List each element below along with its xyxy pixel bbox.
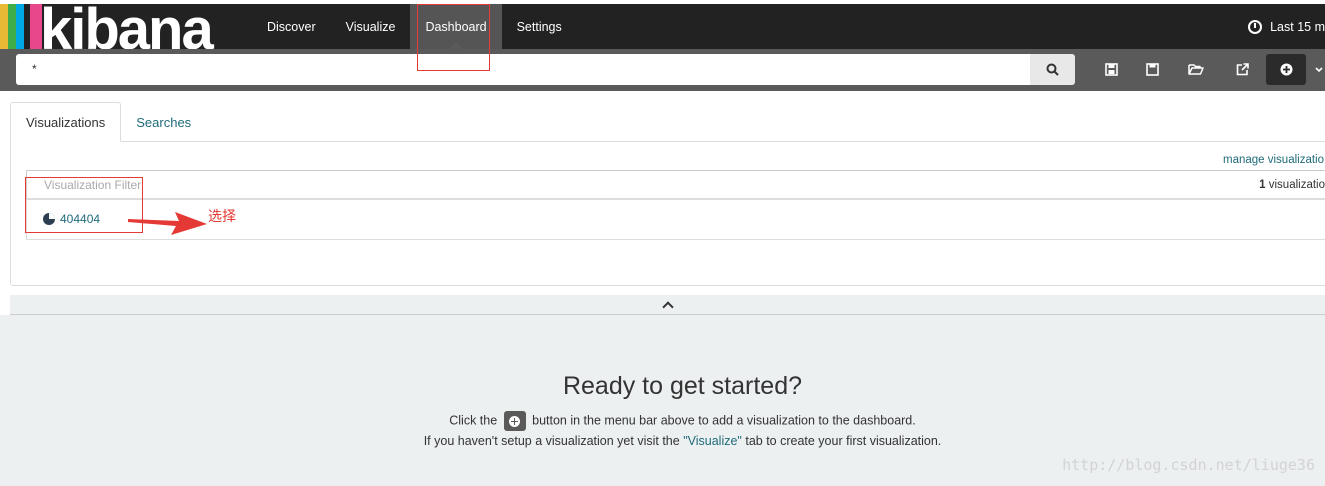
dashboard-highlight-box	[417, 4, 490, 71]
nav-settings[interactable]: Settings	[502, 4, 577, 49]
chevron-down-icon	[1314, 66, 1323, 72]
share-dashboard-button[interactable]	[1222, 54, 1262, 85]
hint-before: If you haven't setup a visualization yet…	[423, 434, 684, 448]
add-visualization-panel: manage visualizatio Visualization Filter…	[10, 102, 1325, 286]
search-icon	[1046, 63, 1059, 76]
chevron-up-icon	[661, 300, 674, 313]
save-icon	[1145, 63, 1159, 76]
kibana-logo[interactable]: kibana	[0, 4, 236, 49]
logo-stripes	[0, 4, 24, 49]
inline-add-icon	[503, 411, 526, 431]
instruction-before: Click the	[449, 413, 501, 428]
count-label: visualizatio	[1265, 179, 1325, 191]
dashboard-canvas: Ready to get started? Click the button i…	[0, 315, 1325, 486]
watermark-text: http://blog.csdn.net/liuge36	[1062, 456, 1315, 474]
empty-dashboard-hint: If you haven't setup a visualization yet…	[0, 434, 1325, 448]
visualization-filter-row: Visualization Filter 1 visualizatio	[26, 170, 1325, 200]
panel-collapse-toggle[interactable]	[10, 295, 1325, 315]
arrow-annotation	[128, 212, 207, 235]
main-nav: Discover Visualize Dashboard Settings	[252, 4, 577, 49]
open-icon	[1188, 64, 1204, 75]
instruction-after: button in the menu bar above to add a vi…	[528, 413, 916, 428]
new-dashboard-icon	[1104, 63, 1118, 76]
tab-visualizations[interactable]: Visualizations	[10, 102, 122, 142]
logo-text: kibana	[40, 4, 214, 49]
visualize-tab-link[interactable]: "Visualize"	[683, 434, 742, 448]
empty-dashboard-instruction: Click the button in the menu bar above t…	[0, 411, 1325, 431]
clock-icon	[1248, 19, 1263, 34]
time-picker-label: Last 15 m	[1270, 19, 1325, 34]
open-dashboard-button[interactable]	[1176, 54, 1216, 85]
hint-after: tab to create your first visualization.	[741, 434, 942, 448]
visualization-count: 1 visualizatio	[1259, 179, 1325, 191]
search-bar: *	[0, 49, 1325, 91]
manage-visualizations-link[interactable]: manage visualizatio	[1223, 154, 1324, 166]
panel-tabs: Visualizations Searches	[10, 102, 206, 142]
annotation-note: 选择	[208, 209, 236, 225]
empty-dashboard-title: Ready to get started?	[562, 372, 803, 400]
nav-discover[interactable]: Discover	[252, 4, 331, 49]
save-dashboard-button[interactable]	[1132, 54, 1172, 85]
tab-searches[interactable]: Searches	[121, 102, 206, 142]
nav-visualize[interactable]: Visualize	[331, 4, 411, 49]
new-dashboard-button[interactable]	[1091, 54, 1131, 85]
share-icon	[1236, 63, 1249, 76]
search-input[interactable]: *	[16, 54, 1030, 85]
time-picker[interactable]: Last 15 m	[1248, 4, 1325, 49]
add-visualization-button[interactable]	[1266, 54, 1306, 85]
top-nav-bar: kibana Discover Visualize Dashboard Sett…	[0, 4, 1325, 49]
search-button[interactable]	[1030, 54, 1075, 85]
more-menu-button[interactable]	[1312, 54, 1325, 85]
add-visualization-icon	[1280, 63, 1292, 76]
